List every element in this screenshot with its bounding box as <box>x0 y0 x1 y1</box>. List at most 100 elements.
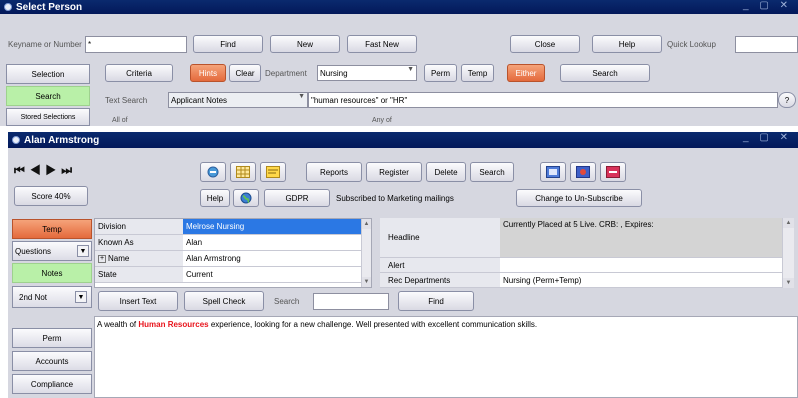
notes-highlight: Human Resources <box>138 320 209 329</box>
state-value[interactable]: Current <box>183 267 361 283</box>
scroll-up-icon[interactable]: ▲ <box>362 219 371 229</box>
stored-selections-tab[interactable]: Stored Selections <box>6 108 90 126</box>
window-controls[interactable]: _ ▢ ✕ <box>743 0 792 11</box>
headline-label: Headline <box>380 218 500 258</box>
keyname-label: Keyname or Number <box>8 40 82 49</box>
search-button[interactable]: Search <box>470 162 514 182</box>
previous-record-icon[interactable]: ◀ <box>30 163 46 177</box>
grid-icon[interactable] <box>230 162 256 182</box>
either-button[interactable]: Either <box>507 64 545 82</box>
scroll-up-icon[interactable]: ▲ <box>783 218 794 228</box>
spell-check-button[interactable]: Spell Check <box>184 291 264 311</box>
chevron-down-icon[interactable]: ▼ <box>75 291 87 303</box>
notes-tab[interactable]: Notes <box>12 263 92 283</box>
gdpr-button[interactable]: GDPR <box>264 189 330 207</box>
quick-lookup-input[interactable] <box>735 36 798 53</box>
calendar-icon[interactable] <box>540 162 566 182</box>
temp-button[interactable]: Temp <box>461 64 494 82</box>
chevron-down-icon[interactable]: ▼ <box>77 245 89 257</box>
notes-find-button[interactable]: Find <box>398 291 474 311</box>
perm-button[interactable]: Perm <box>424 64 457 82</box>
delete-button[interactable]: Delete <box>426 162 466 182</box>
reports-button[interactable]: Reports <box>306 162 362 182</box>
fast-new-button[interactable]: Fast New <box>347 35 417 53</box>
chevron-down-icon: ▼ <box>298 93 305 100</box>
last-record-icon[interactable]: ⏭ <box>61 163 77 177</box>
contacts-icon[interactable] <box>570 162 596 182</box>
known-as-label: Known As <box>95 235 183 251</box>
rec-departments-value[interactable]: Nursing (Perm+Temp) <box>500 273 782 288</box>
name-value[interactable]: Alan Armstrong <box>183 251 361 267</box>
register-button[interactable]: Register <box>366 162 422 182</box>
second-notes-select[interactable]: 2nd Not ▼ <box>12 286 92 308</box>
keyname-input[interactable]: * <box>85 36 187 53</box>
refresh-icon[interactable] <box>200 162 226 182</box>
unsubscribe-button[interactable]: Change to Un-Subscribe <box>516 189 642 207</box>
record-navigation[interactable]: ⏮◀▶⏭ <box>14 163 77 178</box>
department-label: Department <box>265 69 307 78</box>
person-title: Alan Armstrong <box>24 134 100 146</box>
chevron-down-icon: ▼ <box>407 66 414 73</box>
person-titlebar: Alan Armstrong _ ▢ ✕ <box>8 132 798 148</box>
globe-icon[interactable] <box>233 189 259 207</box>
criteria-button[interactable]: Criteria <box>105 64 173 82</box>
temp-tab[interactable]: Temp <box>12 219 92 239</box>
hints-button[interactable]: Hints <box>190 64 226 82</box>
score-button[interactable]: Score 40% <box>14 186 88 206</box>
questions-label: Questions <box>15 246 52 256</box>
select-person-title: Select Person <box>16 1 83 13</box>
scroll-down-icon[interactable]: ▼ <box>362 277 371 287</box>
app-icon <box>12 136 20 144</box>
next-record-icon[interactable]: ▶ <box>46 163 62 177</box>
division-label: Division <box>95 219 183 235</box>
state-label: State <box>95 267 183 283</box>
find-button[interactable]: Find <box>193 35 263 53</box>
headline-value[interactable]: Currently Placed at 5 Live. CRB: , Expir… <box>500 218 782 258</box>
note-icon[interactable] <box>260 162 286 182</box>
help-icon[interactable]: ? <box>778 92 796 108</box>
text-search-type-select[interactable]: Applicant Notes ▼ <box>168 92 308 108</box>
search-button[interactable]: Search <box>560 64 650 82</box>
scroll-down-icon[interactable]: ▼ <box>783 278 794 288</box>
alert-label: Alert <box>380 258 500 273</box>
subscribed-text: Subscribed to Marketing mailings <box>336 194 454 203</box>
alert-value[interactable] <box>500 258 782 273</box>
perm-tab[interactable]: Perm <box>12 328 92 348</box>
clear-button[interactable]: Clear <box>229 64 261 82</box>
headline-scrollbar[interactable]: ▲ ▼ <box>782 218 794 288</box>
department-value: Nursing <box>320 68 348 78</box>
notes-text-start: A wealth of <box>97 320 139 329</box>
window-controls[interactable]: _ ▢ ✕ <box>743 132 792 143</box>
text-search-input[interactable]: "human resources" or "HR" <box>308 92 778 108</box>
app-icon <box>4 3 12 11</box>
quick-lookup-label: Quick Lookup <box>667 40 716 49</box>
new-button[interactable]: New <box>270 35 340 53</box>
help-button[interactable]: Help <box>200 189 230 207</box>
questions-tab[interactable]: Questions ▼ <box>12 241 92 261</box>
any-of-label: Any of <box>372 117 392 124</box>
select-person-titlebar: Select Person _ ▢ ✕ <box>0 0 798 14</box>
all-of-label: All of <box>112 117 128 124</box>
insert-text-button[interactable]: Insert Text <box>98 291 178 311</box>
text-search-label: Text Search <box>105 96 148 105</box>
rec-departments-label: Rec Departments <box>380 273 500 288</box>
notes-search-label: Search <box>274 297 300 306</box>
text-search-type-value: Applicant Notes <box>171 95 228 105</box>
notes-text-end: experience, looking for a new challenge.… <box>208 320 538 329</box>
compliance-tab[interactable]: Compliance <box>12 374 92 394</box>
close-button[interactable]: Close <box>510 35 580 53</box>
first-record-icon[interactable]: ⏮ <box>14 163 30 177</box>
accounts-tab[interactable]: Accounts <box>12 351 92 371</box>
remove-icon[interactable] <box>600 162 626 182</box>
name-label: + Name <box>95 251 183 267</box>
details-scrollbar[interactable]: ▲ ▼ <box>361 219 371 287</box>
notes-search-input[interactable] <box>313 293 389 310</box>
expand-icon[interactable]: + <box>98 254 106 263</box>
search-tab[interactable]: Search <box>6 86 90 106</box>
selection-tab[interactable]: Selection <box>6 64 90 84</box>
help-button[interactable]: Help <box>592 35 662 53</box>
division-value[interactable]: Melrose Nursing <box>183 219 361 235</box>
department-select[interactable]: Nursing ▼ <box>317 65 417 81</box>
notes-textarea[interactable]: A wealth of Human Resources experience, … <box>94 316 798 398</box>
known-as-value[interactable]: Alan <box>183 235 361 251</box>
